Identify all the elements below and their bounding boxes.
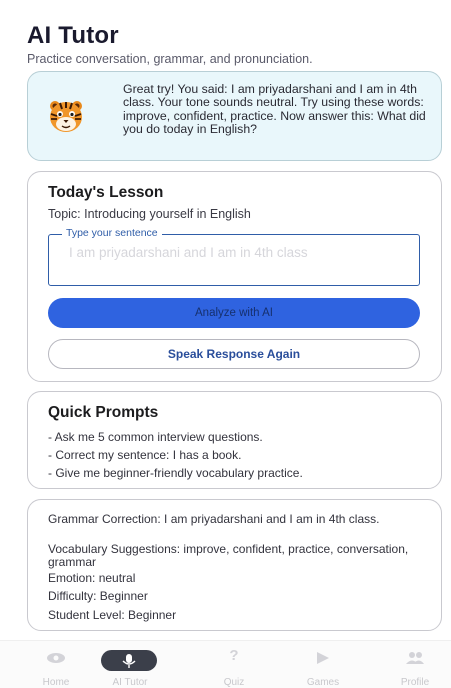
eye-icon	[47, 653, 65, 663]
speak-response-button-label: Speak Response Again	[167, 347, 301, 361]
bottom-navigation: Home AI Tutor ? Quiz Games Profile	[0, 640, 451, 688]
quick-prompts-card: Quick Prompts - Ask me 5 common intervie…	[27, 391, 442, 489]
tutor-message-card: Great try! You said: I am priyadarshani …	[27, 71, 442, 161]
emotion-label: Emotion: neutral	[48, 571, 136, 585]
lesson-title: Today's Lesson	[48, 184, 164, 201]
nav-active-indicator[interactable]	[101, 650, 157, 671]
sentence-input-label: Type your sentence	[62, 227, 162, 239]
nav-item-quiz[interactable]: ? Quiz	[199, 641, 269, 688]
nav-label-ai-tutor: AI Tutor	[112, 677, 148, 688]
quick-prompt-item[interactable]: - Ask me 5 common interview questions.	[48, 430, 263, 444]
quick-prompt-item[interactable]: - Correct my sentence: I has a book.	[48, 448, 241, 462]
analyze-button[interactable]: Analyze with AI	[48, 298, 420, 328]
people-icon	[406, 652, 424, 664]
difficulty-label: Difficulty: Beginner	[48, 589, 148, 603]
nav-label-home: Home	[42, 677, 70, 688]
nav-item-profile[interactable]: Profile	[380, 641, 450, 688]
nav-item-home[interactable]: Home	[21, 641, 91, 688]
analysis-card: Grammar Correction: I am priyadarshani a…	[27, 499, 442, 631]
nav-label-games: Games	[306, 677, 340, 688]
quick-prompt-item[interactable]: - Give me beginner-friendly vocabulary p…	[48, 466, 303, 480]
microphone-icon	[122, 654, 136, 668]
page-title: AI Tutor	[27, 22, 119, 49]
speak-response-button[interactable]: Speak Response Again	[48, 339, 420, 369]
student-level-label: Student Level: Beginner	[48, 608, 177, 622]
grammar-correction: Grammar Correction: I am priyadarshani a…	[48, 512, 380, 526]
tiger-face-icon	[50, 101, 82, 132]
lesson-topic: Topic: Introducing yourself in English	[48, 207, 251, 221]
question-mark-icon: ?	[229, 647, 239, 664]
nav-label-profile: Profile	[400, 677, 430, 688]
sentence-input[interactable]: Type your sentence I am priyadarshani an…	[48, 227, 420, 286]
nav-item-games[interactable]: Games	[288, 641, 358, 688]
vocabulary-suggestions: Vocabulary Suggestions: improve, confide…	[48, 542, 409, 569]
play-icon	[317, 652, 329, 664]
page-subtitle: Practice conversation, grammar, and pron…	[27, 52, 313, 66]
nav-label-quiz: Quiz	[223, 677, 245, 688]
tutor-message-text: Great try! You said: I am priyadarshani …	[123, 82, 426, 137]
lesson-card: Today's Lesson Topic: Introducing yourse…	[27, 171, 442, 382]
sentence-input-value[interactable]: I am priyadarshani and I am in 4th class	[69, 246, 409, 260]
analyze-button-label: Analyze with AI	[195, 307, 273, 319]
quick-prompts-title: Quick Prompts	[48, 404, 159, 421]
